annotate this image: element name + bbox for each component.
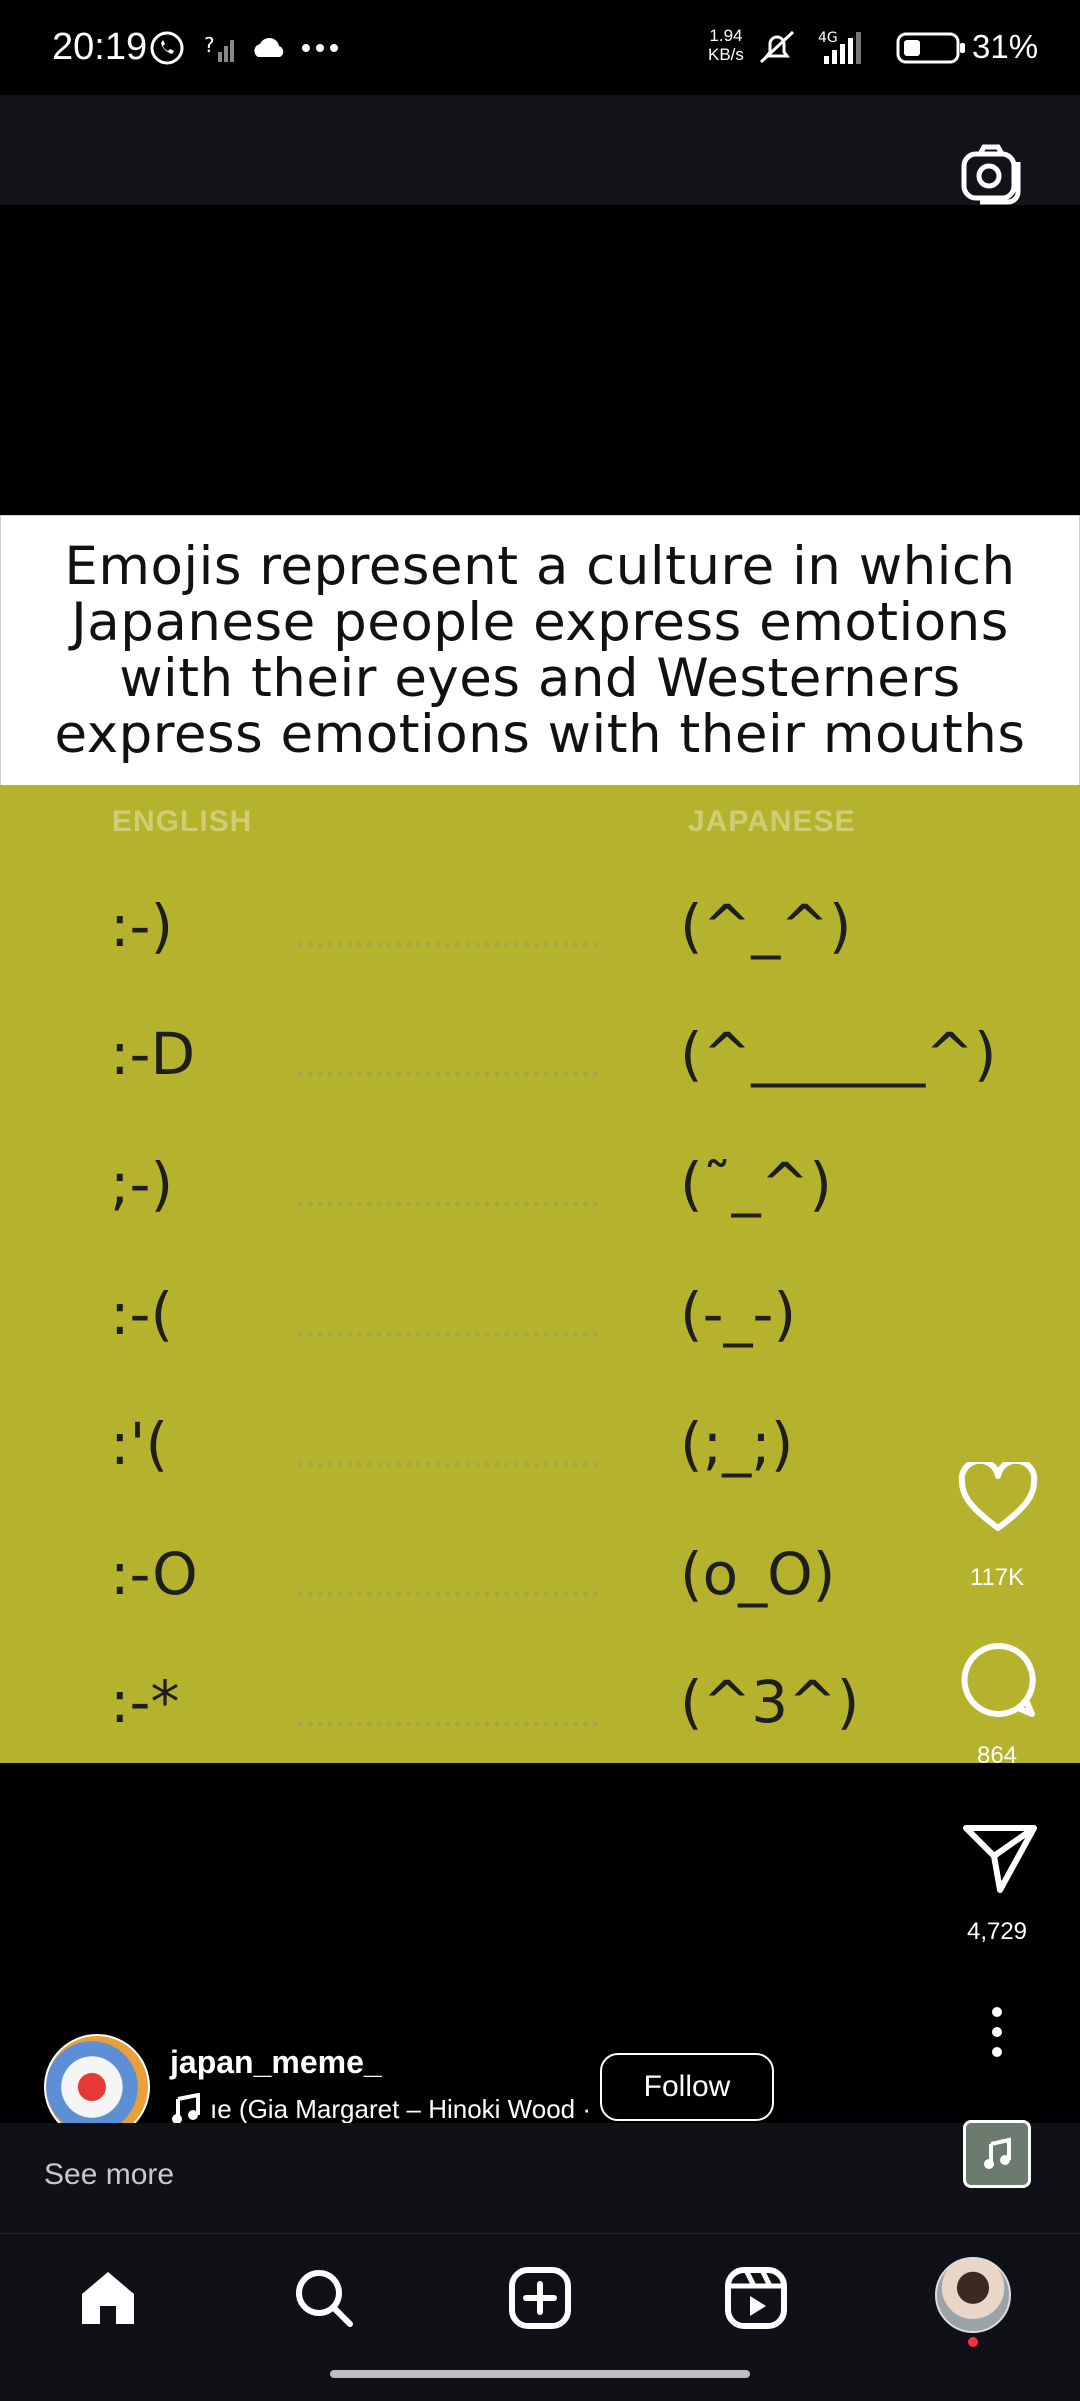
music-note-icon <box>984 2137 1011 2169</box>
reels-icon[interactable] <box>720 2262 792 2334</box>
english-emoticon: ;-) <box>110 1150 174 1218</box>
comment-icon[interactable] <box>958 1640 1038 1720</box>
post-caption-box: Emojis represent a culture in which Japa… <box>0 515 1080 787</box>
music-track[interactable]: ıe (Gia Margaret – Hinoki Wood · <box>170 2093 591 2125</box>
row-divider <box>298 1592 598 1597</box>
svg-text:?: ? <box>204 33 215 57</box>
japanese-emoticon: (^______^) <box>680 1020 997 1088</box>
comment-count: 864 <box>976 1742 1018 1769</box>
japanese-column-header: JAPANESE <box>688 805 856 838</box>
english-emoticon: :-O <box>110 1540 198 1608</box>
battery-icon <box>896 28 968 68</box>
home-indicator[interactable] <box>330 2370 750 2378</box>
home-icon[interactable] <box>72 2262 144 2334</box>
camera-icon[interactable] <box>958 140 1024 206</box>
battery-percent: 31% <box>972 28 1039 65</box>
send-icon[interactable] <box>962 1822 1038 1894</box>
row-divider <box>298 1202 598 1207</box>
share-count: 4,729 <box>966 1918 1028 1945</box>
japanese-emoticon: (^_^) <box>680 892 852 960</box>
more-vertical-icon[interactable] <box>985 2006 1009 2058</box>
whatsapp-icon <box>148 28 186 68</box>
profile-avatar[interactable] <box>935 2257 1011 2333</box>
follow-button[interactable]: Follow <box>600 2053 774 2121</box>
japanese-emoticon: (˜_^) <box>680 1150 832 1218</box>
no-signal-icon: ? <box>204 28 238 68</box>
row-divider <box>298 1462 598 1467</box>
english-emoticon: :-* <box>110 1668 180 1736</box>
status-time: 20:19 <box>52 26 148 68</box>
english-emoticon: :-( <box>110 1280 174 1348</box>
row-divider <box>298 1332 598 1337</box>
english-emoticon: :'( <box>110 1410 169 1478</box>
english-emoticon: :-D <box>110 1020 196 1088</box>
like-count: 117K <box>969 1564 1025 1591</box>
english-column-header: ENGLISH <box>112 805 253 838</box>
network-speed: 1.94 KB/s <box>708 26 744 64</box>
japanese-emoticon: (o_O) <box>680 1540 836 1608</box>
music-note-icon <box>172 2093 200 2124</box>
search-icon[interactable] <box>288 2262 360 2334</box>
japanese-emoticon: (;_;) <box>680 1410 794 1478</box>
japanese-emoticon: (-_-) <box>680 1280 797 1348</box>
see-more-link[interactable]: See more <box>44 2158 174 2192</box>
mobile-signal-icon: 4G <box>816 28 888 68</box>
notification-dot <box>968 2337 978 2347</box>
post-caption: Emojis represent a culture in which Japa… <box>54 536 1026 765</box>
heart-icon[interactable] <box>958 1457 1038 1534</box>
author-username[interactable]: japan_meme_ <box>170 2044 382 2081</box>
japanese-emoticon: (^3^) <box>680 1668 860 1736</box>
add-icon[interactable] <box>504 2262 576 2334</box>
more-notifications-icon <box>300 28 340 68</box>
music-track-label: ıe (Gia Margaret – Hinoki Wood · <box>210 2093 591 2124</box>
svg-text:4G: 4G <box>818 30 838 46</box>
english-emoticon: :-) <box>110 892 174 960</box>
row-divider <box>298 942 598 947</box>
music-thumbnail[interactable] <box>963 2120 1031 2188</box>
header-bar <box>0 95 1080 205</box>
cloud-icon <box>250 28 288 68</box>
row-divider <box>298 1722 598 1727</box>
row-divider <box>298 1072 598 1077</box>
silent-mode-icon <box>755 28 799 68</box>
